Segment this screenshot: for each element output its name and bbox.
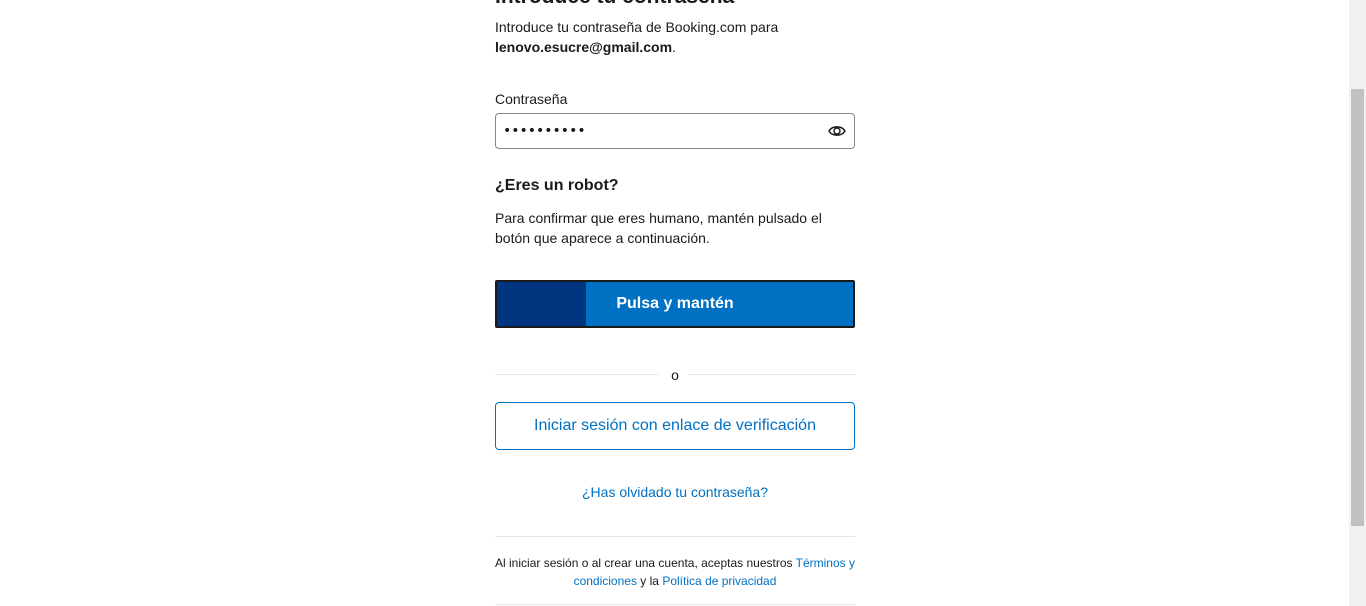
account-email: lenovo.esucre@gmail.com (495, 39, 673, 55)
robot-check-description: Para confirmar que eres humano, mantén p… (495, 210, 822, 246)
or-divider: o (495, 366, 855, 384)
eye-icon[interactable] (828, 123, 846, 139)
footer-divider-bottom (495, 604, 855, 605)
password-label: Contraseña (495, 91, 568, 107)
privacy-link[interactable]: Política de privacidad (662, 574, 776, 588)
press-and-hold-label: Pulsa y mantén (616, 295, 734, 312)
verification-link-label: Iniciar sesión con enlace de verificació… (534, 417, 816, 434)
robot-check-title: ¿Eres un robot? (495, 177, 619, 194)
intro-message: Introduce tu contraseña de Booking.com p… (495, 19, 779, 35)
intro-text: Introduce tu contraseña de Booking.com p… (495, 17, 855, 57)
terms-middle: y la (640, 574, 659, 588)
press-and-hold-button[interactable]: Pulsa y mantén (495, 280, 855, 328)
vertical-scrollbar[interactable] (1349, 0, 1366, 606)
verification-link-button[interactable]: Iniciar sesión con enlace de verificació… (495, 402, 855, 450)
terms-prefix: Al iniciar sesión o al crear una cuenta,… (495, 556, 793, 570)
forgot-password-link[interactable]: ¿Has olvidado tu contraseña? (495, 482, 855, 502)
intro-suffix: . (672, 39, 676, 55)
footer-divider-top (495, 536, 855, 537)
divider-line-left (495, 374, 659, 375)
page-title: Introduce tu contraseña (495, 0, 734, 10)
terms-text: Al iniciar sesión o al crear una cuenta,… (495, 554, 855, 590)
divider-line-right (689, 374, 855, 375)
password-value[interactable]: •••••••••• (503, 121, 586, 141)
login-page: Introduce tu contraseña Introduce tu con… (0, 0, 1366, 606)
password-field[interactable]: •••••••••• (495, 113, 855, 149)
scrollbar-thumb[interactable] (1351, 89, 1364, 526)
divider-label: o (671, 367, 679, 383)
